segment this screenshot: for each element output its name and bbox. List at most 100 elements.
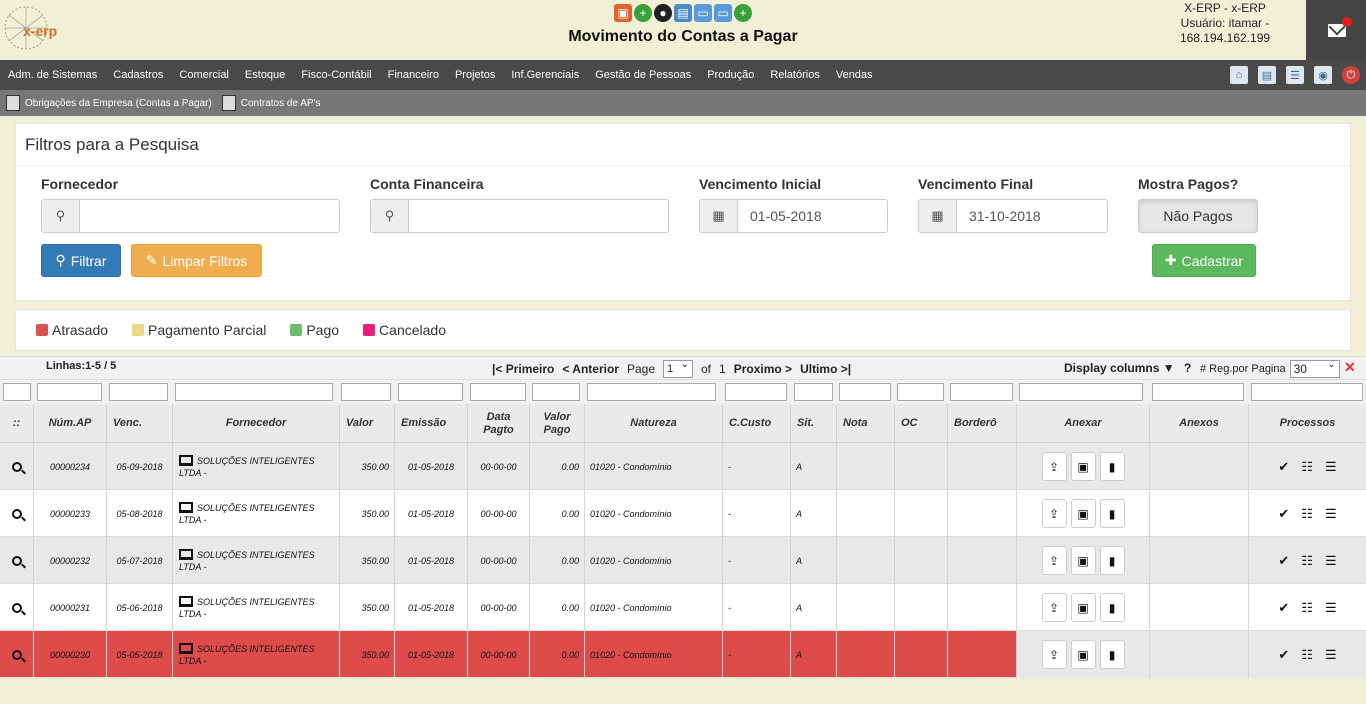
col-search-input[interactable]	[532, 383, 580, 401]
list-icon[interactable]: ☷	[1301, 506, 1313, 522]
menu-adm-sistemas[interactable]: Adm. de Sistemas	[8, 69, 97, 81]
col-processos[interactable]: Processos	[1249, 404, 1366, 443]
calendar-icon[interactable]: ▦	[700, 200, 738, 232]
menu-icon[interactable]: ☰	[1325, 506, 1337, 522]
card-icon[interactable]: ▭	[694, 4, 712, 22]
col-search-input[interactable]	[897, 383, 944, 401]
col-anexar[interactable]: Anexar	[1017, 404, 1150, 443]
menu-estoque[interactable]: Estoque	[245, 69, 285, 81]
money-icon[interactable]: ▣	[1070, 452, 1096, 481]
add-icon[interactable]: +	[634, 4, 652, 22]
monitor-icon[interactable]	[179, 596, 193, 607]
monitor-icon[interactable]	[179, 549, 193, 560]
card2-icon[interactable]: ▭	[714, 4, 732, 22]
search-icon[interactable]	[11, 508, 22, 519]
col-fornecedor[interactable]: Fornecedor	[173, 404, 340, 443]
col-natureza[interactable]: Natureza	[585, 404, 723, 443]
col-search-input[interactable]	[1019, 383, 1143, 401]
menu-fisco-contabil[interactable]: Fisco-Contábil	[301, 69, 371, 81]
sub-item-obrigacoes[interactable]: Obrigações da Empresa (Contas a Pagar)	[6, 95, 212, 111]
menu-icon[interactable]: ☰	[1325, 553, 1337, 569]
check-icon[interactable]: ✔	[1278, 459, 1289, 475]
list-icon[interactable]: ☷	[1301, 459, 1313, 475]
mostra-pagos-toggle[interactable]: Não Pagos	[1138, 199, 1258, 233]
col-anexos[interactable]: Anexos	[1150, 404, 1249, 443]
search-icon[interactable]	[11, 461, 22, 472]
first-page-link[interactable]: |< Primeiro	[492, 362, 554, 376]
menu-financeiro[interactable]: Financeiro	[388, 69, 439, 81]
col-search-input[interactable]	[398, 383, 463, 401]
col-venc[interactable]: Venc.	[107, 404, 173, 443]
menu-relatorios[interactable]: Relatórios	[770, 69, 820, 81]
search-icon[interactable]: ⚲	[371, 200, 409, 232]
col-data-pagto[interactable]: Data Pagto	[468, 404, 530, 443]
list-icon[interactable]: ☷	[1301, 647, 1313, 663]
col-search-input[interactable]	[109, 383, 168, 401]
col-search-input[interactable]	[175, 383, 333, 401]
venc-fim-input[interactable]: 31-10-2018	[957, 200, 1107, 232]
search-icon[interactable]	[11, 649, 22, 660]
notes-icon[interactable]: ☰	[1286, 66, 1304, 84]
fornecedor-input[interactable]	[80, 200, 339, 232]
last-page-link[interactable]: Ultimo >|	[800, 362, 851, 376]
limpar-filtros-button[interactable]: ✎ Limpar Filtros	[131, 244, 262, 277]
search-icon[interactable]	[11, 602, 22, 613]
ppt-icon[interactable]: ▣	[614, 4, 632, 22]
col-oc[interactable]: OC	[895, 404, 948, 443]
menu-producao[interactable]: Produção	[707, 69, 754, 81]
view-cell[interactable]	[0, 631, 34, 678]
col-emissao[interactable]: Emissão	[395, 404, 468, 443]
check-icon[interactable]: ✔	[1278, 553, 1289, 569]
menu-inf-gerenciais[interactable]: Inf.Gerenciais	[511, 69, 579, 81]
globe-icon[interactable]: ◉	[1314, 66, 1332, 84]
mail-button[interactable]	[1306, 0, 1366, 60]
display-columns-button[interactable]: Display columns ▼	[1064, 361, 1175, 375]
view-cell[interactable]	[0, 537, 34, 584]
money-icon[interactable]: ▣	[1070, 593, 1096, 622]
file-icon[interactable]: ▮	[1099, 640, 1125, 669]
search-icon[interactable]	[11, 555, 22, 566]
menu-comercial[interactable]: Comercial	[179, 69, 229, 81]
rpp-select[interactable]: 30	[1289, 359, 1340, 378]
view-cell[interactable]	[0, 443, 34, 490]
prev-page-link[interactable]: < Anterior	[562, 362, 619, 376]
document-icon[interactable]: ▤	[1258, 66, 1276, 84]
col-search-input[interactable]	[3, 383, 31, 401]
menu-vendas[interactable]: Vendas	[836, 69, 873, 81]
col-valor-pago[interactable]: Valor Pago	[530, 404, 585, 443]
table-row[interactable]: 00000233 05-08-2018 SOLUÇÕES INTELIGENTES L…	[0, 490, 1366, 537]
search-icon[interactable]: ⚲	[42, 200, 80, 232]
table-row[interactable]: 00000231 05-06-2018 SOLUÇÕES INTELIGENTES L…	[0, 584, 1366, 631]
table-row[interactable]: 00000234 05-09-2018 SOLUÇÕES INTELIGENTES L…	[0, 443, 1366, 490]
menu-cadastros[interactable]: Cadastros	[113, 69, 163, 81]
home-icon[interactable]: ⌂	[1230, 66, 1248, 84]
menu-icon[interactable]: ☰	[1325, 600, 1337, 616]
venc-ini-input[interactable]: 01-05-2018	[738, 200, 887, 232]
col-search-input[interactable]	[725, 383, 787, 401]
col-valor[interactable]: Valor	[340, 404, 395, 443]
money-icon[interactable]: ▣	[1070, 546, 1096, 575]
file-icon[interactable]: ▮	[1099, 499, 1125, 528]
col-search-input[interactable]	[587, 383, 716, 401]
user-icon[interactable]: ●	[654, 4, 672, 22]
check-icon[interactable]: ✔	[1278, 506, 1289, 522]
menu-icon[interactable]: ☰	[1325, 459, 1337, 475]
col-search-input[interactable]	[839, 383, 891, 401]
file-icon[interactable]: ▮	[1099, 593, 1125, 622]
clear-filters-icon[interactable]: ✕	[1344, 359, 1356, 376]
table-row[interactable]: 00000230 05-05-2018 SOLUÇÕES INTELIGENTES L…	[0, 631, 1366, 678]
col-bordero[interactable]: Borderô	[948, 404, 1017, 443]
check-icon[interactable]: ✔	[1278, 647, 1289, 663]
upload-icon[interactable]: ⇪	[1041, 499, 1067, 528]
menu-gestao-pessoas[interactable]: Gestão de Pessoas	[595, 69, 691, 81]
monitor-icon[interactable]	[179, 455, 193, 466]
col-search-input[interactable]	[1251, 383, 1363, 401]
col-nota[interactable]: Nota	[837, 404, 895, 443]
upload-icon[interactable]: ⇪	[1041, 546, 1067, 575]
col-num-ap[interactable]: Núm.AP	[34, 404, 107, 443]
help-button[interactable]: ?	[1184, 361, 1191, 375]
page-select[interactable]: 1	[663, 359, 693, 378]
list-icon[interactable]: ☷	[1301, 553, 1313, 569]
money-icon[interactable]: ▣	[1070, 499, 1096, 528]
calendar-icon[interactable]: ▦	[919, 200, 957, 232]
